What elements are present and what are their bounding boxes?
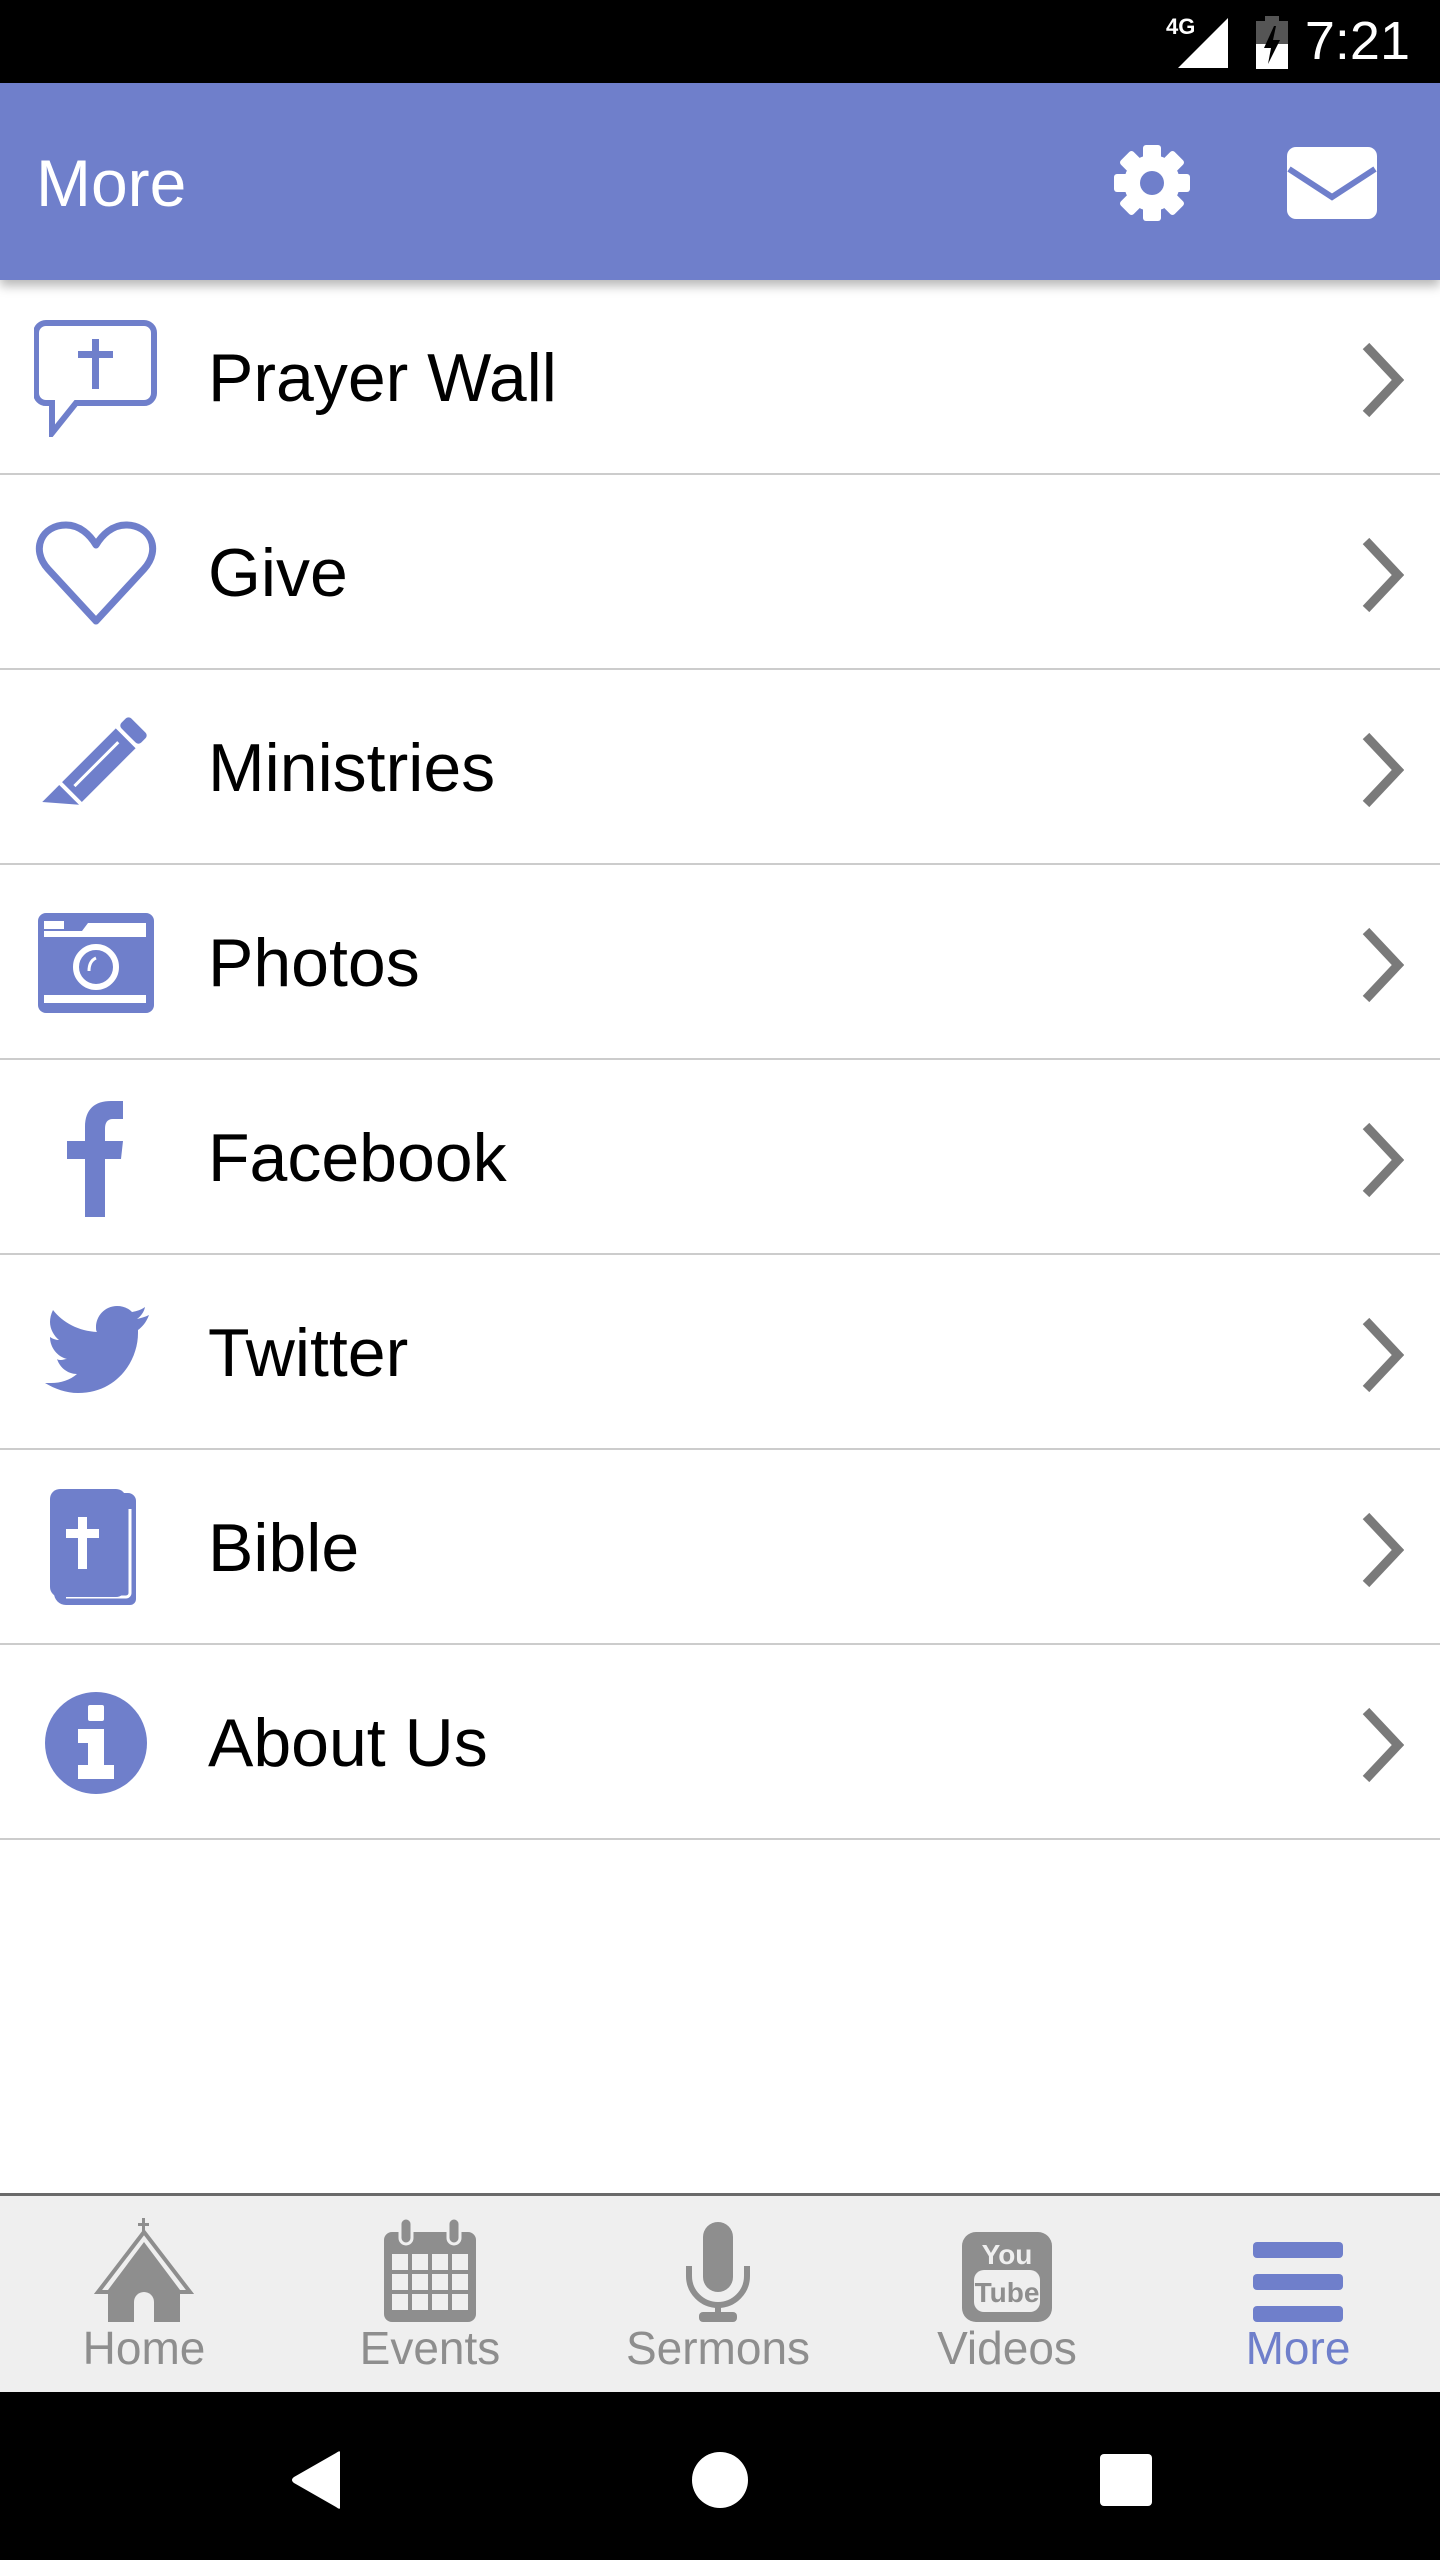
chevron-right-icon	[1362, 1317, 1404, 1393]
chevron-right-icon	[1362, 1122, 1404, 1198]
tab-label: Sermons	[625, 2322, 811, 2374]
chevron-right-icon	[1362, 1707, 1404, 1783]
menu-item-give[interactable]: Give	[0, 475, 1440, 670]
menu-item-label: Prayer Wall	[208, 340, 557, 416]
more-menu-list: Prayer Wall Give Ministries Photos Faceb…	[0, 280, 1440, 1840]
tab-label: Events	[359, 2322, 501, 2374]
camera-icon	[32, 911, 160, 1015]
app-bar: More	[0, 83, 1440, 280]
info-icon	[32, 1691, 160, 1795]
menu-item-ministries[interactable]: Ministries	[0, 670, 1440, 865]
menu-item-label: Twitter	[208, 1315, 409, 1391]
chevron-right-icon	[1362, 1512, 1404, 1588]
calendar-icon	[286, 2218, 574, 2322]
system-navigation-bar	[0, 2392, 1440, 2560]
back-button[interactable]	[268, 2432, 364, 2528]
menu-item-label: Bible	[208, 1510, 360, 1586]
chevron-right-icon	[1362, 732, 1404, 808]
prayer-speech-bubble-icon	[32, 320, 160, 437]
gear-icon	[1114, 145, 1190, 221]
recents-square-icon	[1100, 2454, 1152, 2506]
clock: 7:21	[1304, 11, 1410, 71]
twitter-icon	[32, 1301, 160, 1405]
bottom-tab-bar: Home Events Sermons You Tube Videos More	[0, 2193, 1440, 2392]
tab-home[interactable]: Home	[0, 2196, 288, 2392]
youtube-icon: You Tube	[863, 2218, 1151, 2322]
menu-item-label: Give	[208, 535, 348, 611]
battery-charging-icon	[1256, 16, 1288, 69]
page-title: More	[36, 146, 187, 220]
church-icon	[0, 2218, 288, 2322]
chevron-right-icon	[1362, 342, 1404, 418]
home-button[interactable]	[672, 2432, 768, 2528]
menu-item-bible[interactable]: Bible	[0, 1450, 1440, 1645]
microphone-icon	[574, 2218, 862, 2322]
recents-button[interactable]	[1078, 2432, 1174, 2528]
signal-icon	[1178, 18, 1228, 68]
status-bar: 4G 7:21	[0, 0, 1440, 83]
menu-item-photos[interactable]: Photos	[0, 865, 1440, 1060]
heart-icon	[32, 521, 160, 625]
settings-button[interactable]	[1104, 135, 1200, 231]
tab-label: More	[1245, 2322, 1351, 2374]
menu-item-label: About Us	[208, 1705, 488, 1781]
menu-item-label: Photos	[208, 925, 420, 1001]
messages-button[interactable]	[1284, 135, 1380, 231]
menu-icon	[1154, 2218, 1440, 2322]
facebook-icon	[32, 1101, 160, 1217]
tab-more[interactable]: More	[1154, 2196, 1440, 2392]
chevron-right-icon	[1362, 927, 1404, 1003]
tab-events[interactable]: Events	[286, 2196, 574, 2392]
menu-item-label: Facebook	[208, 1120, 507, 1196]
tab-label: Videos	[937, 2322, 1077, 2374]
tab-videos[interactable]: You Tube Videos	[863, 2196, 1151, 2392]
chevron-right-icon	[1362, 537, 1404, 613]
tab-label: Home	[82, 2322, 206, 2374]
menu-item-about-us[interactable]: About Us	[0, 1645, 1440, 1840]
pencil-icon	[32, 716, 160, 820]
svg-text:You: You	[982, 2239, 1033, 2270]
bible-icon	[32, 1489, 160, 1605]
menu-item-twitter[interactable]: Twitter	[0, 1255, 1440, 1450]
menu-item-prayer-wall[interactable]: Prayer Wall	[0, 280, 1440, 475]
menu-item-label: Ministries	[208, 730, 496, 806]
svg-text:Tube: Tube	[975, 2277, 1040, 2308]
menu-item-facebook[interactable]: Facebook	[0, 1060, 1440, 1255]
home-circle-icon	[692, 2452, 748, 2508]
back-triangle-icon	[292, 2451, 340, 2509]
envelope-icon	[1287, 147, 1377, 219]
tab-sermons[interactable]: Sermons	[574, 2196, 862, 2392]
